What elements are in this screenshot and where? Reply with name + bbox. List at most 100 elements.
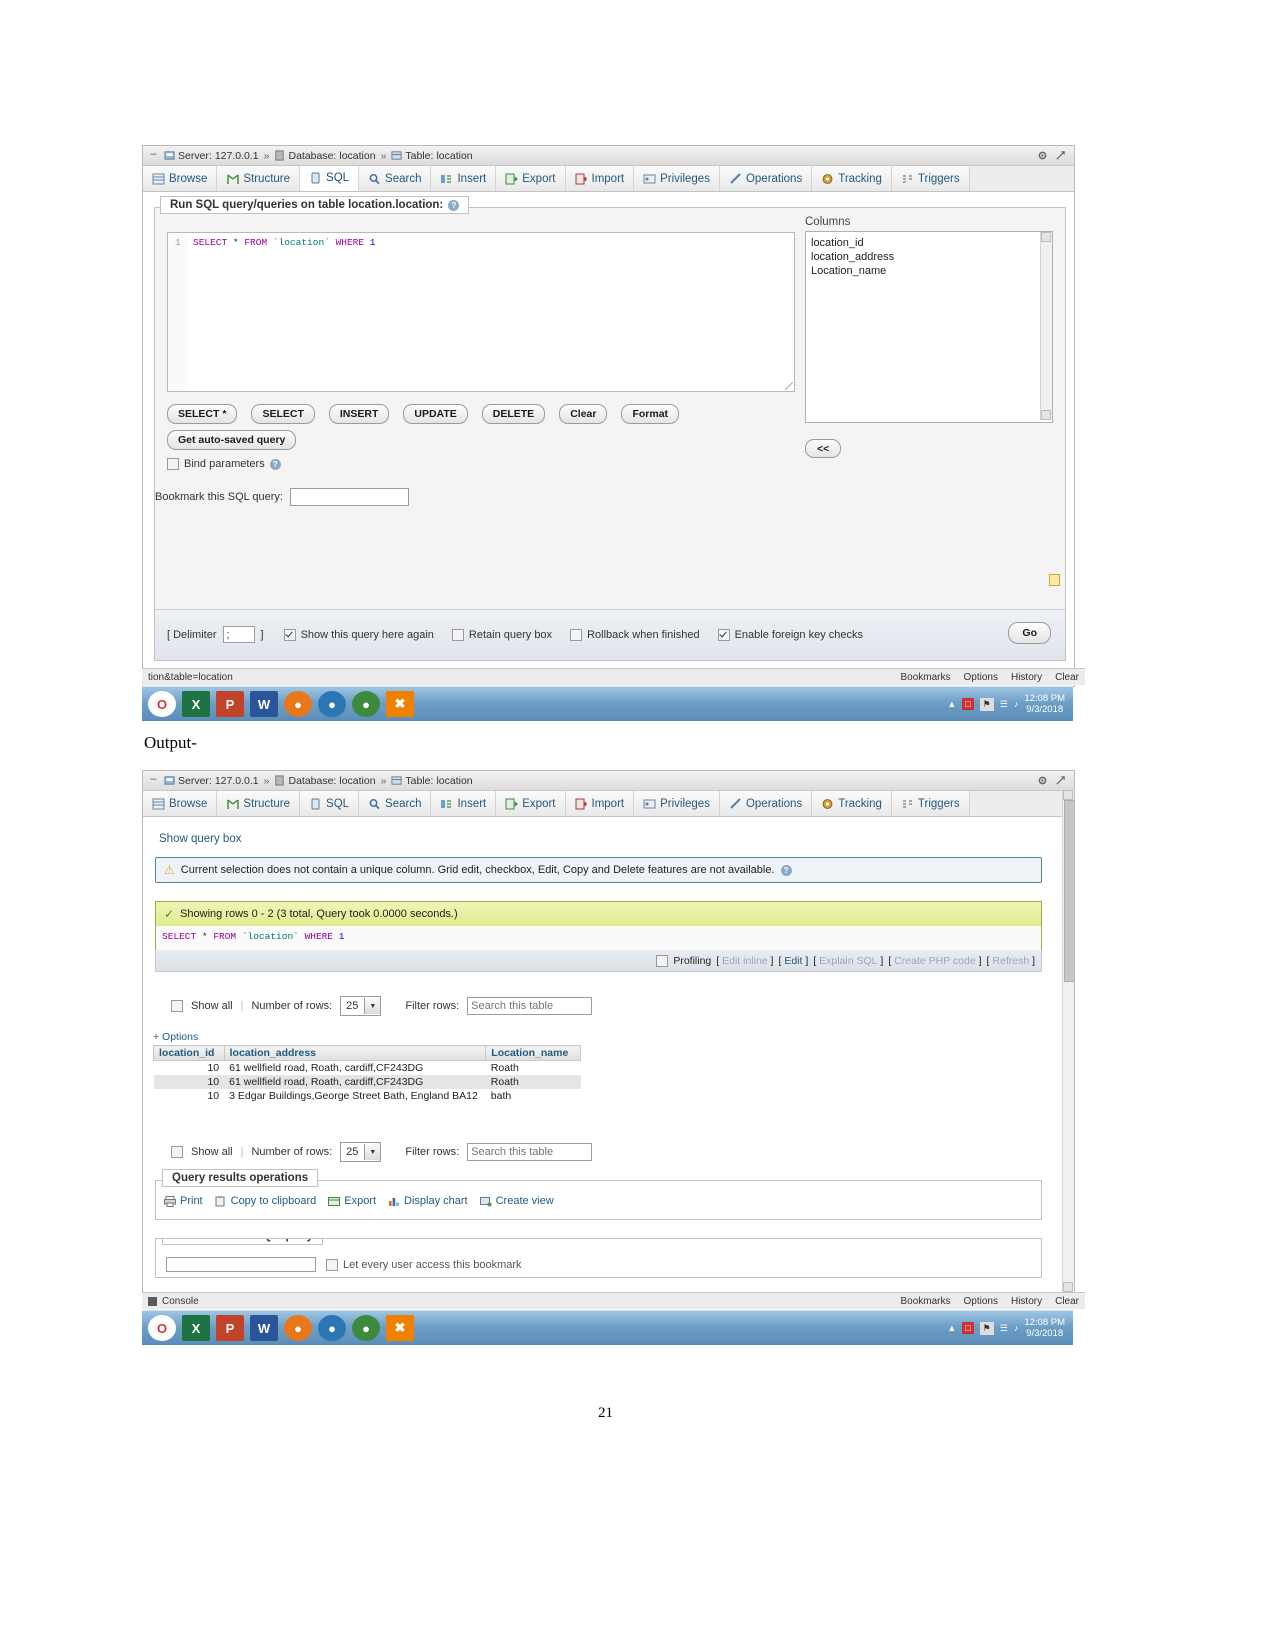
- show-all-checkbox-top[interactable]: [171, 1000, 183, 1012]
- status-options[interactable]: Options: [964, 1296, 998, 1307]
- opera-icon[interactable]: O: [148, 1315, 176, 1341]
- table-row[interactable]: 10 61 wellfield road, Roath, cardiff,CF2…: [153, 1075, 581, 1089]
- table-value[interactable]: location: [436, 775, 472, 787]
- create-view-action[interactable]: Create view: [479, 1195, 554, 1207]
- retain-query-box-checkbox[interactable]: [451, 628, 464, 641]
- select-star-button[interactable]: SELECT *: [167, 404, 238, 424]
- status-bookmarks[interactable]: Bookmarks: [900, 1296, 950, 1307]
- opera-icon[interactable]: O: [148, 691, 176, 717]
- help-icon[interactable]: ?: [269, 458, 281, 470]
- echoed-query[interactable]: SELECT * FROM `location` WHERE 1: [156, 926, 1041, 942]
- minimize-icon[interactable]: –: [147, 774, 160, 787]
- tab-search[interactable]: Search: [359, 166, 432, 191]
- collapse-columns-button[interactable]: <<: [805, 439, 842, 458]
- firefox-icon[interactable]: ●: [284, 1315, 312, 1341]
- chevron-down-icon[interactable]: ▼: [364, 998, 381, 1014]
- tray-volume-icon[interactable]: ♪: [1014, 1323, 1019, 1333]
- tab-sql[interactable]: SQL: [300, 791, 360, 816]
- export-action[interactable]: Export: [328, 1195, 376, 1207]
- display-chart-action[interactable]: Display chart: [388, 1195, 468, 1207]
- bookmark-input[interactable]: [289, 488, 409, 506]
- console-toggle[interactable]: Console: [148, 1296, 199, 1307]
- chevron-down-icon[interactable]: ▼: [364, 1144, 381, 1160]
- collapse-icon[interactable]: [1055, 775, 1066, 786]
- number-of-rows-select-top[interactable]: 25 ▼: [340, 996, 382, 1016]
- collapse-icon[interactable]: [1055, 150, 1066, 161]
- explain-sql-link[interactable]: Explain SQL: [819, 955, 877, 967]
- tray-expand-icon[interactable]: ▲: [947, 1323, 956, 1333]
- column-item[interactable]: location_id: [811, 236, 1047, 250]
- rollback-checkbox[interactable]: [570, 628, 583, 641]
- tab-search[interactable]: Search: [359, 791, 432, 816]
- tab-structure[interactable]: Structure: [217, 791, 301, 816]
- delete-button[interactable]: DELETE: [481, 404, 546, 424]
- column-item[interactable]: location_address: [811, 250, 1047, 264]
- show-query-again-checkbox[interactable]: [283, 628, 296, 641]
- xampp-icon[interactable]: ✖: [386, 1315, 414, 1341]
- column-header-location-address[interactable]: location_address: [223, 1045, 487, 1061]
- tab-triggers[interactable]: Triggers: [891, 791, 970, 816]
- sql-editor[interactable]: 1 SELECT * FROM `location` WHERE 1: [167, 232, 795, 392]
- taskbar-clock[interactable]: 12:08 PM 9/3/2018: [1024, 693, 1065, 715]
- tab-privileges[interactable]: Privileges: [634, 791, 720, 816]
- tray-expand-icon[interactable]: ▲: [947, 699, 956, 709]
- tray-signal-icon[interactable]: ☰: [1000, 699, 1008, 710]
- status-history[interactable]: History: [1011, 1296, 1042, 1307]
- thunderbird-icon[interactable]: ●: [318, 1315, 346, 1341]
- tab-sql[interactable]: SQL: [300, 166, 360, 191]
- options-toggle[interactable]: + Options: [153, 1031, 198, 1043]
- excel-icon[interactable]: X: [182, 691, 210, 717]
- status-clear[interactable]: Clear: [1055, 672, 1079, 683]
- refresh-link[interactable]: Refresh: [992, 955, 1029, 967]
- window2-scrollbar[interactable]: [1062, 790, 1074, 1292]
- show-all-checkbox-bottom[interactable]: [171, 1146, 183, 1158]
- tray-action-icon[interactable]: ⚑: [979, 1321, 994, 1335]
- go-button[interactable]: Go: [1008, 622, 1051, 644]
- status-clear[interactable]: Clear: [1055, 1296, 1079, 1307]
- get-autosaved-query-button[interactable]: Get auto-saved query: [167, 430, 297, 450]
- minimize-icon[interactable]: –: [147, 149, 160, 162]
- tray-network-icon[interactable]: □: [962, 698, 974, 710]
- tab-operations[interactable]: Operations: [719, 166, 813, 191]
- chrome-icon[interactable]: ●: [352, 1315, 380, 1341]
- table-row[interactable]: 10 3 Edgar Buildings,George Street Bath,…: [154, 1089, 581, 1103]
- format-button[interactable]: Format: [621, 404, 680, 424]
- tab-tracking[interactable]: Tracking: [812, 166, 892, 191]
- database-value[interactable]: location: [339, 150, 375, 162]
- show-query-box-link[interactable]: Show query box: [159, 833, 241, 845]
- gear-icon[interactable]: [1037, 775, 1048, 786]
- profiling-checkbox[interactable]: [656, 954, 669, 967]
- word-icon[interactable]: W: [250, 1315, 278, 1341]
- create-php-code-link[interactable]: Create PHP code: [894, 955, 976, 967]
- copy-to-clipboard-action[interactable]: Copy to clipboard: [215, 1195, 316, 1207]
- tab-browse[interactable]: Browse: [143, 166, 218, 191]
- tab-import[interactable]: Import: [565, 791, 635, 816]
- foreign-key-checks-checkbox[interactable]: [717, 628, 730, 641]
- powerpoint-icon[interactable]: P: [216, 691, 244, 717]
- update-button[interactable]: UPDATE: [403, 404, 468, 424]
- tab-structure[interactable]: Structure: [217, 166, 301, 191]
- help-icon[interactable]: ?: [780, 864, 792, 876]
- xampp-icon[interactable]: ✖: [386, 691, 414, 717]
- print-action[interactable]: Print: [164, 1195, 203, 1207]
- tab-privileges[interactable]: Privileges: [634, 166, 720, 191]
- help-icon[interactable]: ?: [448, 199, 460, 211]
- database-value[interactable]: location: [339, 775, 375, 787]
- excel-icon[interactable]: X: [182, 1315, 210, 1341]
- firefox-icon[interactable]: ●: [284, 691, 312, 717]
- bookmark-shared-checkbox[interactable]: [326, 1258, 338, 1271]
- edit-link[interactable]: Edit: [784, 955, 802, 967]
- thunderbird-icon[interactable]: ●: [318, 691, 346, 717]
- edit-inline-link[interactable]: Edit inline: [722, 955, 768, 967]
- table-value[interactable]: location: [436, 150, 472, 162]
- clear-button[interactable]: Clear: [559, 404, 608, 424]
- powerpoint-icon[interactable]: P: [216, 1315, 244, 1341]
- bookmark-label-input[interactable]: [166, 1257, 316, 1272]
- insert-button[interactable]: INSERT: [328, 404, 390, 424]
- chrome-icon[interactable]: ●: [352, 691, 380, 717]
- taskbar-clock[interactable]: 12:08 PM 9/3/2018: [1024, 1317, 1065, 1339]
- tray-network-icon[interactable]: □: [962, 1322, 974, 1334]
- scrollbar-thumb[interactable]: [1064, 800, 1074, 982]
- tab-triggers[interactable]: Triggers: [891, 166, 970, 191]
- columns-scrollbar[interactable]: [1040, 232, 1052, 420]
